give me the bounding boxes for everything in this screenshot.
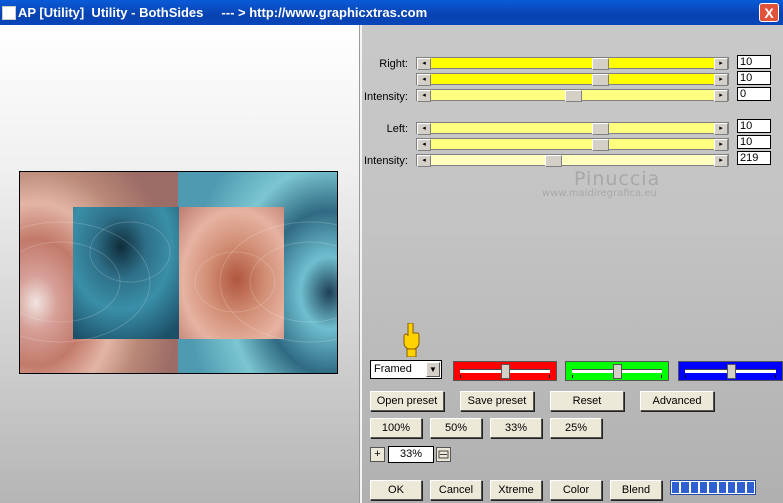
- right-slider-2-value[interactable]: 10: [737, 71, 771, 85]
- right-slider-2[interactable]: ◂ ▸: [416, 73, 729, 86]
- watermark-site: www.maidiregrafica.eu: [542, 188, 657, 199]
- left-intensity-value[interactable]: 219: [737, 151, 771, 165]
- preview-pane: [0, 25, 359, 503]
- progress-segment: [737, 482, 745, 493]
- green-slider-thumb[interactable]: [613, 364, 622, 379]
- slider-thumb[interactable]: [592, 74, 609, 86]
- zoom-level-field[interactable]: 33%: [388, 446, 434, 463]
- slider-right-arrow-icon[interactable]: ▸: [714, 139, 728, 151]
- progress-segment: [699, 482, 708, 493]
- preview-artwork: [20, 172, 337, 373]
- preview-image[interactable]: [19, 171, 338, 374]
- title-bar: AP [Utility] Utility - BothSides --- > h…: [0, 0, 783, 25]
- right-intensity-value[interactable]: 0: [737, 87, 771, 101]
- xtreme-button[interactable]: Xtreme: [490, 480, 542, 500]
- left-intensity-label: Intensity:: [363, 155, 408, 167]
- slider-right-arrow-icon[interactable]: ▸: [714, 74, 728, 86]
- left-slider-1-value[interactable]: 10: [737, 119, 771, 133]
- slider-thumb[interactable]: [545, 155, 562, 167]
- blend-button[interactable]: Blend: [610, 480, 662, 500]
- progress-segment: [746, 482, 754, 493]
- slider-thumb[interactable]: [565, 90, 582, 102]
- progress-segment: [718, 482, 726, 493]
- zoom-in-button[interactable]: +: [370, 447, 385, 462]
- left-slider-1[interactable]: ◂ ▸: [416, 122, 729, 135]
- slider-left-arrow-icon[interactable]: ◂: [417, 123, 431, 135]
- zoom-100-button[interactable]: 100%: [370, 418, 422, 438]
- slider-thumb[interactable]: [592, 123, 609, 135]
- slider-right-arrow-icon[interactable]: ▸: [714, 123, 728, 135]
- slider-right-arrow-icon[interactable]: ▸: [714, 90, 728, 102]
- green-slider[interactable]: [565, 361, 669, 381]
- slider-left-arrow-icon[interactable]: ◂: [417, 74, 431, 86]
- right-slider-1-value[interactable]: 10: [737, 55, 771, 69]
- right-slider-1[interactable]: ◂ ▸: [416, 57, 729, 70]
- pointing-hand-icon: [403, 323, 420, 357]
- frame-style-value: Framed: [374, 363, 412, 375]
- save-preset-button[interactable]: Save preset: [460, 391, 534, 411]
- blue-slider-thumb[interactable]: [727, 364, 736, 379]
- zoom-fit-icon[interactable]: [436, 447, 451, 462]
- slider-left-arrow-icon[interactable]: ◂: [417, 139, 431, 151]
- left-label: Left:: [386, 123, 408, 135]
- close-button[interactable]: X: [759, 3, 779, 22]
- slider-left-arrow-icon[interactable]: ◂: [417, 90, 431, 102]
- red-slider-thumb[interactable]: [501, 364, 510, 379]
- controls-pane: Right: ◂ ▸ 10 ◂ ▸ 10 Intensity: ◂ ▸ 0 Le…: [362, 25, 783, 503]
- open-preset-button[interactable]: Open preset: [370, 391, 444, 411]
- zoom-25-button[interactable]: 25%: [550, 418, 602, 438]
- slider-left-arrow-icon[interactable]: ◂: [417, 58, 431, 70]
- left-slider-2-value[interactable]: 10: [737, 135, 771, 149]
- slider-thumb[interactable]: [592, 139, 609, 151]
- ok-button[interactable]: OK: [370, 480, 422, 500]
- color-button[interactable]: Color: [550, 480, 602, 500]
- progress-segment: [709, 482, 717, 493]
- slider-right-arrow-icon[interactable]: ▸: [714, 155, 728, 167]
- right-label: Right:: [379, 58, 408, 70]
- app-icon: [2, 6, 16, 20]
- right-intensity-label: Intensity:: [363, 91, 408, 103]
- left-intensity-slider[interactable]: ◂ ▸: [416, 154, 729, 167]
- zoom-50-button[interactable]: 50%: [430, 418, 482, 438]
- right-intensity-slider[interactable]: ◂ ▸: [416, 89, 729, 102]
- watermark-name: Pinuccia: [574, 168, 661, 190]
- advanced-button[interactable]: Advanced: [640, 391, 714, 411]
- frame-style-select[interactable]: Framed ▼: [370, 360, 442, 379]
- progress-bar: [670, 480, 756, 495]
- zoom-fit-glyph: [438, 450, 449, 459]
- left-slider-2[interactable]: ◂ ▸: [416, 138, 729, 151]
- slider-left-arrow-icon[interactable]: ◂: [417, 155, 431, 167]
- progress-segment: [672, 482, 680, 493]
- progress-segment: [690, 482, 698, 493]
- progress-segment: [727, 482, 736, 493]
- progress-segment: [681, 482, 689, 493]
- slider-right-arrow-icon[interactable]: ▸: [714, 58, 728, 70]
- red-slider[interactable]: [453, 361, 557, 381]
- reset-button[interactable]: Reset: [550, 391, 624, 411]
- cancel-button[interactable]: Cancel: [430, 480, 482, 500]
- chevron-down-icon[interactable]: ▼: [426, 362, 440, 377]
- slider-thumb[interactable]: [592, 58, 609, 70]
- window-title: AP [Utility] Utility - BothSides --- > h…: [18, 5, 428, 20]
- blue-slider[interactable]: [678, 361, 783, 381]
- zoom-33-button[interactable]: 33%: [490, 418, 542, 438]
